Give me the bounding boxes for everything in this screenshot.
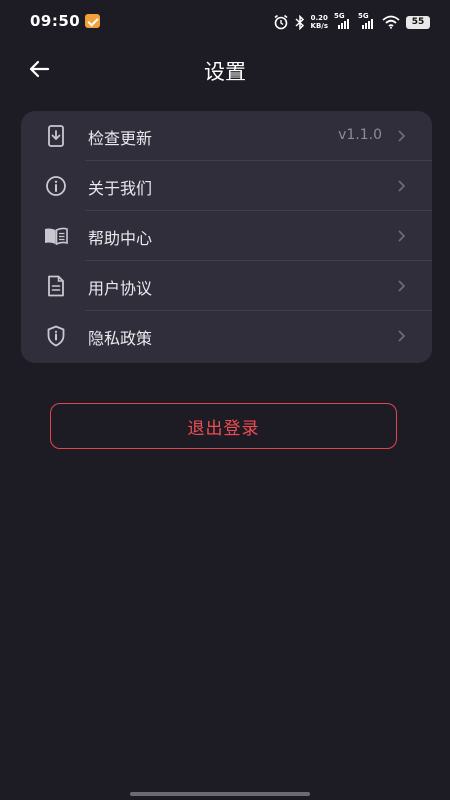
- menu-item-label: 检查更新: [88, 129, 153, 148]
- info-icon: [43, 173, 69, 199]
- menu-item-label: 帮助中心: [88, 229, 153, 248]
- menu-item-help-center[interactable]: 帮助中心: [21, 211, 432, 261]
- settings-screen: 09:50 0.20 KB/s 5G 5G 55 设置 检查更新 v1.1.0 …: [0, 0, 450, 800]
- header: 设置: [0, 50, 450, 90]
- signal-sim2-icon: 5G: [358, 12, 376, 29]
- network-speed: 0.20 KB/s: [311, 14, 328, 30]
- status-icons: 0.20 KB/s 5G 5G 55: [273, 12, 430, 31]
- home-indicator[interactable]: [130, 792, 310, 796]
- menu-item-check-update[interactable]: 检查更新 v1.1.0: [21, 111, 432, 161]
- battery-icon: 55: [406, 15, 430, 29]
- wifi-icon: [382, 15, 400, 29]
- chevron-right-icon: [398, 130, 406, 142]
- menu-item-label: 隐私政策: [88, 329, 153, 348]
- signal-sim1-icon: 5G: [334, 12, 352, 29]
- menu-item-about-us[interactable]: 关于我们: [21, 161, 432, 211]
- chevron-right-icon: [398, 330, 406, 342]
- status-time: 09:50: [30, 12, 81, 30]
- menu-item-label: 关于我们: [88, 179, 153, 198]
- book-icon: [43, 223, 69, 249]
- menu-item-user-agreement[interactable]: 用户协议: [21, 261, 432, 311]
- menu-item-privacy-policy[interactable]: 隐私政策: [21, 311, 432, 361]
- page-title: 设置: [204, 60, 246, 84]
- app-version: v1.1.0: [338, 127, 382, 143]
- app-notification-icon: [85, 14, 100, 28]
- bluetooth-icon: [295, 14, 304, 30]
- logout-button[interactable]: 退出登录: [50, 403, 397, 449]
- chevron-right-icon: [398, 180, 406, 192]
- status-bar: 09:50 0.20 KB/s 5G 5G 55: [0, 0, 450, 44]
- chevron-right-icon: [398, 230, 406, 242]
- document-icon: [43, 273, 69, 299]
- network-speed-unit: KB/s: [310, 22, 328, 30]
- chevron-right-icon: [398, 280, 406, 292]
- settings-menu-card: 检查更新 v1.1.0 关于我们 帮助中心 用户协议 隐私政策: [21, 111, 432, 363]
- network-speed-value: 0.20: [310, 14, 328, 22]
- menu-item-label: 用户协议: [88, 279, 153, 298]
- download-icon: [43, 123, 69, 149]
- battery-level: 55: [411, 17, 425, 27]
- alarm-icon: [274, 14, 288, 30]
- shield-icon: [43, 323, 69, 349]
